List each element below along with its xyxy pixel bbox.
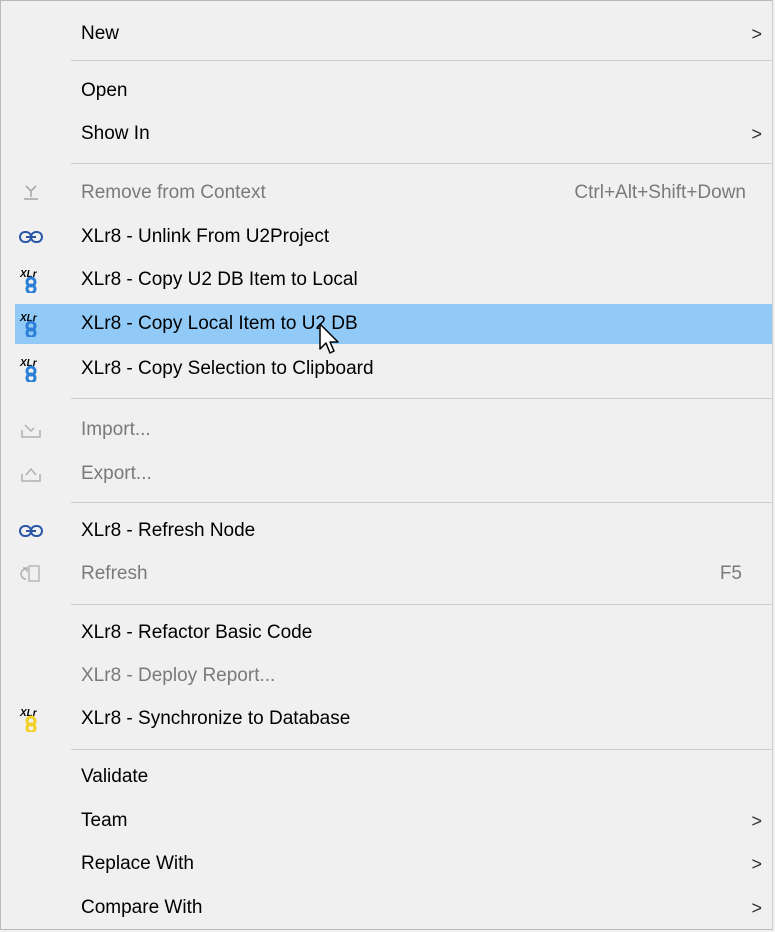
menu-item-refactor-basic-code[interactable]: XLr8 - Refactor Basic Code [15,613,772,653]
menu-item-new[interactable]: New > [15,14,772,54]
menu-separator [71,604,772,605]
menu-item-replace-with[interactable]: Replace With > [15,844,772,884]
menu-item-label: XLr8 - Synchronize to Database [81,708,351,729]
submenu-arrow-icon: > [751,811,762,831]
menu-separator [71,749,772,750]
remove-context-icon [19,181,43,205]
menu-item-label: Team [81,810,128,831]
menu-item-label: Import... [81,419,151,440]
xlr8-logo-icon: XLr [19,312,43,337]
xlr8-logo-icon: XLr [19,268,43,293]
menu-item-export[interactable]: Export... [15,454,772,494]
menu-item-label: XLr8 - Copy U2 DB Item to Local [81,269,358,290]
menu-separator [71,398,772,399]
xlr8-sync-icon: XLr [19,707,43,732]
menu-item-refresh-node[interactable]: XLr8 - Refresh Node [15,511,772,551]
menu-item-label: Refresh [81,563,148,584]
menu-separator [71,60,772,61]
menu-item-label: Replace With [81,853,194,874]
menu-item-label: Validate [81,766,149,787]
link-icon [19,519,43,543]
menu-item-import[interactable]: Import... [15,410,772,450]
menu-item-label: XLr8 - Deploy Report... [81,665,276,686]
submenu-arrow-icon: > [751,854,762,874]
menu-item-copy-selection[interactable]: XLr XLr8 - Copy Selection to Clipboard [15,349,772,389]
export-icon [19,462,43,486]
menu-item-label: Remove from Context [81,182,266,203]
refresh-icon [19,562,43,586]
menu-item-compare-with[interactable]: Compare With > [15,888,772,928]
menu-item-team[interactable]: Team > [15,801,772,841]
mouse-cursor-icon [319,323,341,362]
xlr8-logo-icon: XLr [19,357,43,382]
menu-item-label: XLr8 - Refactor Basic Code [81,622,313,643]
menu-item-refresh[interactable]: Refresh F5 [15,554,772,594]
menu-item-label: New [81,23,120,44]
menu-item-unlink-u2project[interactable]: XLr8 - Unlink From U2Project [15,217,772,257]
menu-separator [71,163,772,164]
menu-item-show-in[interactable]: Show In > [15,114,772,154]
menu-item-label: Show In [81,123,150,144]
submenu-arrow-icon: > [751,24,762,44]
menu-item-label: Export... [81,463,152,484]
menu-item-label: XLr8 - Copy Local Item to U2 DB [81,313,358,334]
menu-item-copy-db-to-local[interactable]: XLr XLr8 - Copy U2 DB Item to Local [15,260,772,300]
menu-item-label: Open [81,80,128,101]
menu-item-shortcut: F5 [719,563,742,584]
menu-item-label: XLr8 - Unlink From U2Project [81,226,330,247]
menu-item-label: XLr8 - Refresh Node [81,520,256,541]
menu-item-validate[interactable]: Validate [15,757,772,797]
menu-separator [71,502,772,503]
import-icon [19,418,43,442]
menu-item-synchronize[interactable]: XLr XLr8 - Synchronize to Database [15,699,772,739]
submenu-arrow-icon: > [751,124,762,144]
menu-item-shortcut: Ctrl+Alt+Shift+Down [574,182,746,203]
menu-item-deploy-report[interactable]: XLr8 - Deploy Report... [15,656,772,696]
menu-item-remove-from-context[interactable]: Remove from Context Ctrl+Alt+Shift+Down [15,173,772,213]
menu-item-copy-local-to-db[interactable]: XLr XLr8 - Copy Local Item to U2 DB [15,304,772,344]
menu-item-label: Compare With [81,897,203,918]
context-menu: New > Open Show In > Remove from Context… [0,0,773,930]
submenu-arrow-icon: > [751,898,762,918]
menu-item-open[interactable]: Open [15,71,772,111]
link-icon [19,225,43,249]
